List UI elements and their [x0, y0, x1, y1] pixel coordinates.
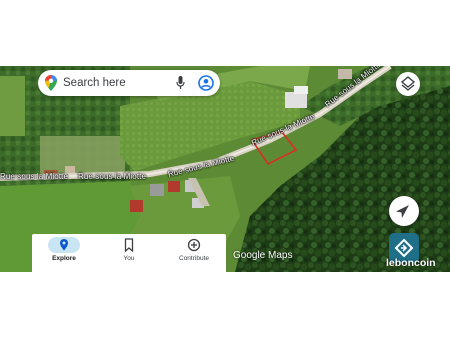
street-label: Rue sous la Miotte: [0, 172, 69, 181]
bottom-navigation: Explore You Contribute: [32, 234, 226, 272]
layers-button[interactable]: [396, 72, 420, 96]
search-placeholder[interactable]: Search here: [63, 77, 126, 89]
map-screen: Rue sous la Miotte Rue sous la Miotte Ru…: [0, 66, 450, 272]
street-label: Rue sous la Miotte: [78, 172, 147, 181]
my-location-button[interactable]: [389, 196, 419, 226]
leboncoin-watermark: leboncoin: [386, 257, 436, 269]
add-circle-icon: [178, 237, 210, 253]
tab-contribute[interactable]: Contribute: [162, 234, 226, 272]
tab-label: You: [123, 255, 135, 262]
google-maps-wordmark: Google Maps: [233, 250, 293, 261]
location-pin-icon: [48, 237, 80, 253]
bookmark-icon: [113, 237, 145, 253]
tab-explore[interactable]: Explore: [32, 234, 96, 272]
tab-you[interactable]: You: [97, 234, 161, 272]
search-bar[interactable]: Search here: [38, 70, 220, 96]
google-maps-pin-icon: [45, 75, 57, 96]
tab-label: Contribute: [179, 255, 209, 262]
account-icon[interactable]: [198, 75, 214, 96]
layers-icon: [400, 76, 416, 91]
microphone-icon[interactable]: [176, 76, 185, 95]
tab-label: Explore: [52, 255, 76, 262]
navigation-arrow-icon: [396, 205, 409, 218]
